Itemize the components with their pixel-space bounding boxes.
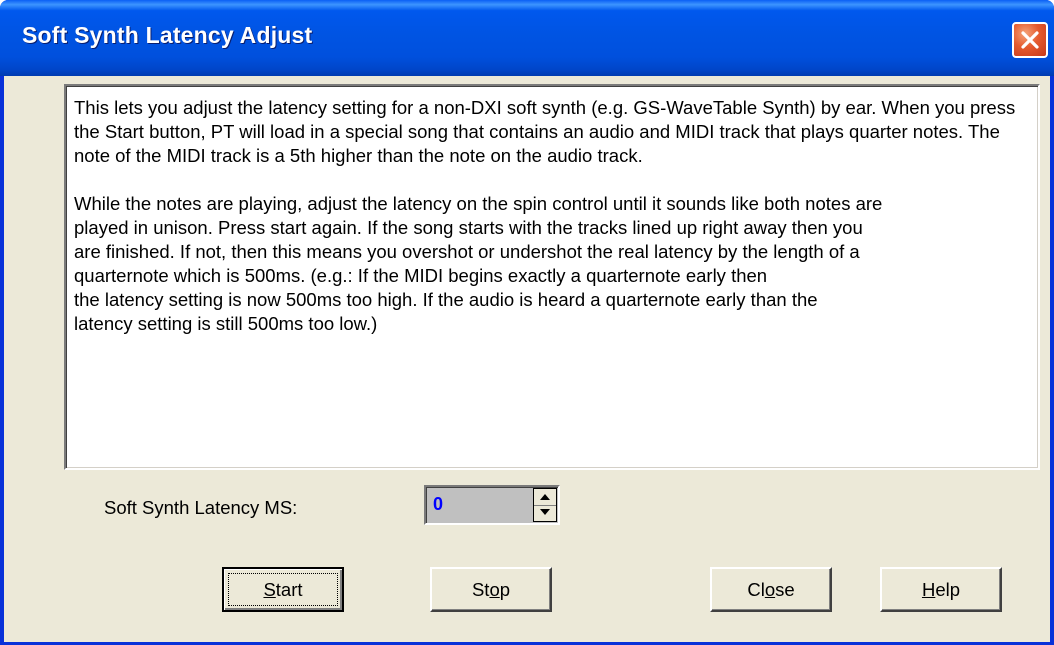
close-window-button[interactable]	[1012, 22, 1048, 58]
latency-label: Soft Synth Latency MS:	[104, 497, 298, 518]
latency-value[interactable]: 0	[433, 494, 443, 515]
close-button-label: Close	[747, 579, 795, 600]
dialog-body: This lets you adjust the latency setting…	[4, 76, 1050, 642]
description-paragraph-1: This lets you adjust the latency setting…	[74, 97, 1016, 166]
description-paragraph-2: While the notes are playing, adjust the …	[74, 192, 1030, 336]
description-line: latency setting is still 500ms too low.)	[74, 313, 378, 334]
stop-button[interactable]: Stop	[430, 567, 552, 612]
latency-spin-control[interactable]: 0	[424, 485, 560, 525]
spin-down-button[interactable]	[534, 505, 556, 521]
description-text-box: This lets you adjust the latency setting…	[64, 84, 1040, 470]
title-bar[interactable]: Soft Synth Latency Adjust	[0, 0, 1054, 76]
close-icon	[1021, 31, 1039, 49]
description-line: are finished. If not, then this means yo…	[74, 241, 860, 262]
stop-button-label: Stop	[471, 579, 511, 600]
description-line: quarternote which is 500ms. (e.g.: If th…	[74, 265, 768, 286]
description-line: the latency setting is now 500ms too hig…	[74, 289, 818, 310]
spin-buttons	[533, 488, 557, 522]
start-button-label: Start	[263, 579, 303, 600]
arrow-up-icon	[540, 494, 550, 500]
arrow-down-icon	[540, 509, 550, 515]
help-button[interactable]: Help	[880, 567, 1002, 612]
spin-up-button[interactable]	[534, 489, 556, 506]
description-line: While the notes are playing, adjust the …	[74, 193, 883, 214]
dialog-window: Soft Synth Latency Adjust This lets you …	[0, 0, 1054, 645]
help-button-label: Help	[921, 579, 961, 600]
description-line: played in unison. Press start again. If …	[74, 217, 863, 238]
window-title: Soft Synth Latency Adjust	[22, 22, 313, 48]
start-button[interactable]: Start	[222, 567, 344, 612]
close-button[interactable]: Close	[710, 567, 832, 612]
